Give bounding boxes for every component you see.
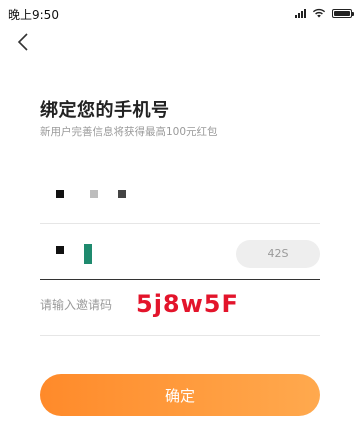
invite-code-value: 5j8w5F: [136, 290, 239, 318]
back-button[interactable]: [12, 30, 36, 54]
status-icons: [295, 8, 354, 18]
invite-code-field[interactable]: 5j8w5F: [40, 280, 320, 336]
verification-code-field[interactable]: 42S: [40, 224, 320, 280]
chevron-left-icon: [17, 33, 28, 51]
status-bar: 晚上9:50: [0, 0, 360, 28]
invite-code-input[interactable]: [40, 298, 130, 312]
phone-field[interactable]: [40, 160, 320, 224]
page-subtitle: 新用户完善信息将获得最高100元红包: [40, 126, 218, 138]
page-title: 绑定您的手机号: [40, 100, 170, 121]
signal-icon: [295, 8, 306, 18]
resend-countdown-button[interactable]: 42S: [236, 240, 320, 268]
confirm-button[interactable]: 确定: [40, 374, 320, 416]
wifi-icon: [312, 8, 326, 18]
battery-level: [334, 10, 350, 16]
battery-icon: [332, 8, 354, 18]
status-time: 晚上9:50: [8, 8, 59, 22]
